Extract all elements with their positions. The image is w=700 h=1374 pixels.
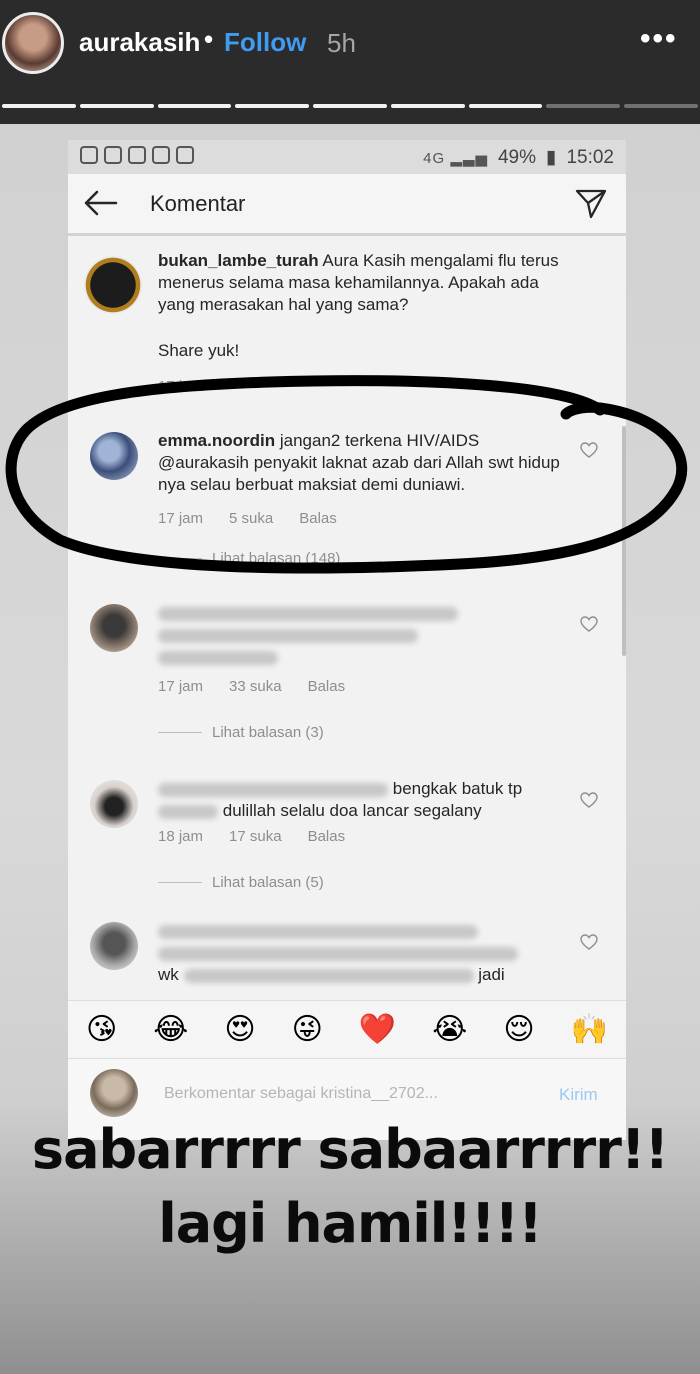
caption-text: bukan_lambe_turah Aura Kasih mengalami f… bbox=[158, 250, 573, 316]
comment-username[interactable]: emma.noordin bbox=[158, 431, 275, 450]
app-bar: Komentar bbox=[68, 174, 626, 234]
like-heart-icon[interactable] bbox=[580, 616, 598, 632]
emoji-relieved[interactable]: 😌 bbox=[503, 1012, 534, 1047]
comment-text-blurred bbox=[158, 602, 573, 668]
comment-body-visible-2: jadi bbox=[478, 965, 505, 984]
emoji-quick-bar: 😘 😂 😍 😜 ❤️ 😭 😌 🙌 bbox=[68, 1000, 626, 1058]
story-caption-line-2: lagi hamil!!!! bbox=[158, 1192, 543, 1255]
reply-button[interactable]: Balas bbox=[299, 510, 337, 527]
emoji-crying[interactable]: 😭 bbox=[432, 1012, 467, 1047]
instagram-icon bbox=[80, 146, 98, 164]
comment-meta: 17 jam 5 suka Balas bbox=[158, 510, 337, 527]
avatar[interactable] bbox=[90, 432, 138, 480]
comment-text: bengkak batuk tp dulillah selalu doa lan… bbox=[158, 778, 573, 822]
gallery-icon bbox=[152, 146, 170, 164]
battery-icon: ▮ bbox=[545, 147, 557, 168]
progress-segment bbox=[79, 104, 154, 108]
avatar[interactable] bbox=[90, 922, 138, 970]
avatar[interactable] bbox=[84, 256, 142, 314]
calendar-icon bbox=[176, 146, 194, 164]
story-progress-bar bbox=[0, 104, 700, 110]
progress-segment bbox=[313, 104, 387, 108]
comment-meta: 17 jam 33 suka Balas bbox=[158, 678, 345, 695]
status-bar: 4G ▂▃▅ 49% ▮ 15:02 bbox=[68, 140, 626, 174]
comment-body-visible: bengkak batuk tp bbox=[392, 779, 523, 798]
follow-button[interactable]: Follow bbox=[224, 27, 306, 58]
back-arrow-icon[interactable] bbox=[82, 188, 118, 218]
comment-likes[interactable]: 5 suka bbox=[229, 510, 273, 527]
avatar[interactable] bbox=[90, 604, 138, 652]
comment-input[interactable] bbox=[164, 1085, 504, 1103]
emoji-kiss[interactable]: 😘 bbox=[86, 1012, 117, 1047]
separator-dot: • bbox=[204, 24, 214, 54]
emoji-raised-hands[interactable]: 🙌 bbox=[571, 1012, 608, 1047]
emoji-heart-eyes[interactable]: 😍 bbox=[224, 1012, 255, 1047]
comment-likes[interactable]: 17 suka bbox=[229, 828, 282, 845]
emoji-wink-tongue[interactable]: 😜 bbox=[292, 1012, 323, 1047]
like-heart-icon[interactable] bbox=[580, 934, 598, 950]
comment-time: 17 jam bbox=[158, 510, 204, 527]
notification-icons bbox=[80, 146, 194, 164]
reply-button[interactable]: Balas bbox=[308, 678, 346, 695]
comments-list[interactable]: bukan_lambe_turah Aura Kasih mengalami f… bbox=[68, 236, 626, 1000]
progress-segment bbox=[390, 104, 465, 108]
comment-username[interactable]: bukan_lambe_turah bbox=[158, 251, 319, 270]
view-replies[interactable]: Lihat balasan (5) bbox=[158, 874, 324, 891]
reply-button[interactable]: Balas bbox=[308, 828, 346, 845]
phone-screenshot: 4G ▂▃▅ 49% ▮ 15:02 Komentar bukan_lambe_… bbox=[68, 140, 626, 1140]
avatar[interactable] bbox=[90, 780, 138, 828]
progress-segment bbox=[546, 104, 621, 108]
story-header: aurakasih • Follow 5h ••• bbox=[0, 0, 700, 124]
progress-segment bbox=[157, 104, 232, 108]
direct-send-icon[interactable] bbox=[574, 186, 608, 220]
comment-text: emma.noordin jangan2 terkena HIV/AIDS @a… bbox=[158, 430, 573, 496]
emoji-joy[interactable]: 😂 bbox=[153, 1012, 188, 1047]
chat-icon bbox=[104, 146, 122, 164]
comment-time: 18 jam bbox=[158, 828, 204, 845]
like-heart-icon[interactable] bbox=[580, 792, 598, 808]
clock: 15:02 bbox=[566, 146, 614, 168]
battery-level: 49% bbox=[497, 146, 536, 168]
emoji-red-heart[interactable]: ❤️ bbox=[359, 1012, 396, 1047]
more-options-icon[interactable]: ••• bbox=[640, 22, 678, 56]
progress-segment bbox=[2, 104, 76, 108]
caption-text-2: Share yuk! bbox=[158, 341, 240, 360]
scrollbar[interactable] bbox=[622, 426, 626, 656]
story-avatar[interactable] bbox=[2, 12, 64, 74]
comment-body-visible: wk bbox=[158, 965, 179, 984]
story-time: 5h bbox=[327, 28, 356, 58]
progress-segment bbox=[468, 104, 543, 108]
comment-meta: 18 jam 17 suka Balas bbox=[158, 828, 345, 845]
view-replies[interactable]: Lihat balasan (3) bbox=[158, 724, 324, 741]
signal-icon: 4G ▂▃▅ bbox=[423, 149, 488, 167]
comment-text: wk jadi bbox=[158, 920, 573, 986]
page-title: Komentar bbox=[150, 191, 246, 216]
story-caption-line-1: sabarrrrr sabaarrrrr!! bbox=[31, 1118, 669, 1181]
caption-time: 17 jam bbox=[158, 378, 204, 390]
comment-body-visible-2: dulillah selalu doa lancar segalany bbox=[222, 801, 482, 820]
image-icon bbox=[128, 146, 146, 164]
avatar bbox=[90, 1069, 138, 1117]
progress-segment bbox=[624, 104, 699, 108]
send-comment-button[interactable]: Kirim bbox=[559, 1085, 598, 1105]
story-username[interactable]: aurakasih bbox=[79, 27, 200, 58]
progress-segment bbox=[235, 104, 310, 108]
view-replies[interactable]: Lihat balasan (148) bbox=[158, 552, 340, 564]
like-heart-icon[interactable] bbox=[580, 442, 598, 458]
comment-time: 17 jam bbox=[158, 678, 204, 695]
comment-likes[interactable]: 33 suka bbox=[229, 678, 282, 695]
